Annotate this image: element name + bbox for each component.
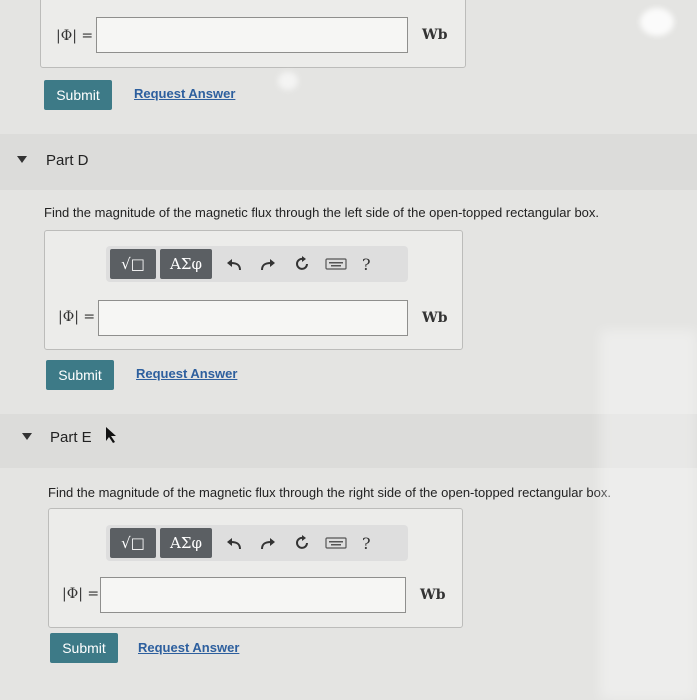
partE-request-answer-link[interactable]: Request Answer [138,640,239,655]
keyboard-icon[interactable] [324,531,348,555]
partD-question-text: Find the magnitude of the magnetic flux … [44,205,600,220]
partD-phi-label: |Φ| = [58,309,96,325]
partC-answer-input[interactable] [96,17,408,53]
partC-phi-label: |Φ| = [56,28,94,44]
undo-icon[interactable] [222,252,246,276]
screen-glare [640,8,674,36]
partD-unit-label: Wb [422,310,448,326]
partC-unit-label: Wb [422,27,448,43]
undo-icon[interactable] [222,531,246,555]
reset-icon[interactable] [290,531,314,555]
redo-icon[interactable] [256,252,280,276]
keyboard-icon[interactable] [324,252,348,276]
partD-template-button[interactable]: √□ [110,249,156,279]
partE-submit-button[interactable]: Submit [50,633,118,663]
partC-submit-button[interactable]: Submit [44,80,112,110]
partD-submit-button[interactable]: Submit [46,360,114,390]
partE-math-toolbar: √□ ΑΣφ ? [106,525,408,561]
partD-math-toolbar: √□ ΑΣφ ? [106,246,408,282]
partE-question-text: Find the magnitude of the magnetic flux … [48,485,611,500]
partE-template-button[interactable]: √□ [110,528,156,558]
window-reflection [600,330,697,700]
screen-glare [278,72,298,90]
partE-greek-button[interactable]: ΑΣφ [160,528,212,558]
partE-unit-label: Wb [420,587,446,603]
partD-greek-button[interactable]: ΑΣφ [160,249,212,279]
reset-icon[interactable] [290,252,314,276]
partD-request-answer-link[interactable]: Request Answer [136,366,237,381]
partD-collapse-caret-icon[interactable] [17,156,27,163]
partD-title[interactable]: Part D [46,152,89,169]
partE-help-icon[interactable]: ? [362,534,371,553]
partE-answer-input[interactable] [100,577,406,613]
partE-title[interactable]: Part E [50,429,92,446]
partE-collapse-caret-icon[interactable] [22,433,32,440]
partD-answer-input[interactable] [98,300,408,336]
partE-phi-label: |Φ| = [62,586,100,602]
mouse-cursor-icon [100,425,120,450]
partD-header-band [0,134,697,190]
redo-icon[interactable] [256,531,280,555]
partD-help-icon[interactable]: ? [362,255,371,274]
partC-request-answer-link[interactable]: Request Answer [134,86,235,101]
